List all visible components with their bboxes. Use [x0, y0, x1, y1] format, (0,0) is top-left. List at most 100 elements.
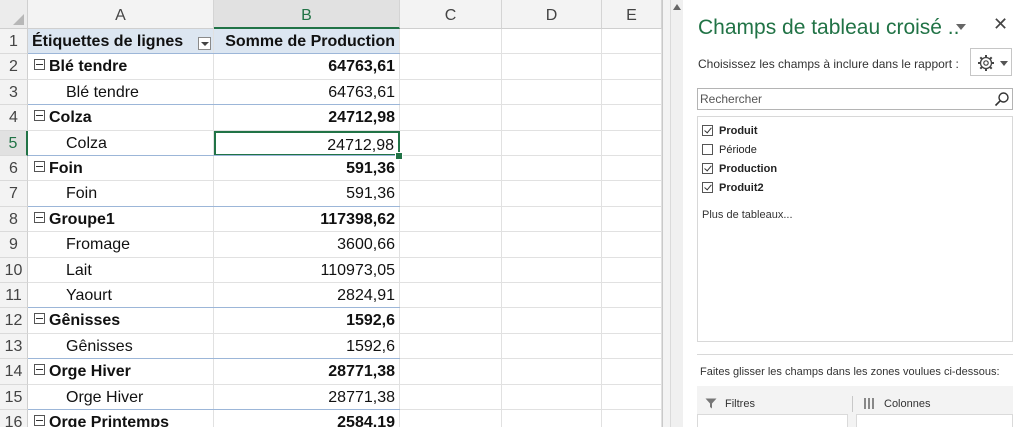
row-header-8[interactable]: 8 — [0, 207, 28, 232]
column-header-d[interactable]: D — [502, 0, 602, 29]
cell-a-8[interactable]: Groupe1 — [28, 207, 214, 232]
cell-d-7[interactable] — [502, 181, 602, 207]
field-search-input[interactable]: Rechercher — [697, 88, 1013, 110]
row-header-4[interactable]: 4 — [0, 105, 28, 131]
cell-a-3[interactable]: Blé tendre — [28, 80, 214, 105]
collapse-toggle-icon[interactable] — [34, 364, 45, 375]
search-icon[interactable] — [994, 91, 1010, 107]
scroll-up-icon[interactable] — [673, 4, 681, 10]
field-item[interactable]: Produit2 — [702, 182, 764, 198]
spreadsheet-grid[interactable]: ABCDE 1 Étiquettes de lignes Somme de Prod… — [0, 0, 662, 427]
select-all-corner[interactable] — [0, 0, 28, 29]
column-header-b[interactable]: B — [214, 0, 400, 29]
cell-d-14[interactable] — [502, 359, 602, 385]
row-header-6[interactable]: 6 — [0, 156, 28, 181]
cell-b-10[interactable]: 110973,05 — [214, 258, 400, 283]
field-item[interactable]: Produit — [702, 125, 758, 141]
cell-d-15[interactable] — [502, 385, 602, 410]
cell-c-1[interactable] — [400, 29, 502, 54]
cell-a-12[interactable]: Gênisses — [28, 308, 214, 334]
cell-d-8[interactable] — [502, 207, 602, 232]
row-header-10[interactable]: 10 — [0, 258, 28, 283]
cell-a-9[interactable]: Fromage — [28, 232, 214, 258]
cell-d-2[interactable] — [502, 54, 602, 80]
cell-e-14[interactable] — [602, 359, 662, 385]
cell-a-5[interactable]: Colza — [28, 131, 214, 156]
cell-c-5[interactable] — [400, 131, 502, 156]
cell-c-15[interactable] — [400, 385, 502, 410]
row-header-14[interactable]: 14 — [0, 359, 28, 385]
cell-d-4[interactable] — [502, 105, 602, 131]
cell-e-2[interactable] — [602, 54, 662, 80]
row-header-3[interactable]: 3 — [0, 80, 28, 105]
cell-d-9[interactable] — [502, 232, 602, 258]
cell-e-5[interactable] — [602, 131, 662, 156]
row-header-2[interactable]: 2 — [0, 54, 28, 80]
filter-dropdown-icon[interactable] — [198, 37, 211, 50]
cell-b-2[interactable]: 64763,61 — [214, 54, 400, 80]
row-header-13[interactable]: 13 — [0, 334, 28, 359]
field-checkbox[interactable] — [702, 182, 713, 193]
cell-c-4[interactable] — [400, 105, 502, 131]
column-header-c[interactable]: C — [400, 0, 502, 29]
cell-c-9[interactable] — [400, 232, 502, 258]
cell-a-16[interactable]: Orge Printemps — [28, 410, 214, 427]
cell-a-1[interactable]: Étiquettes de lignes — [28, 29, 214, 54]
collapse-toggle-icon[interactable] — [34, 313, 45, 324]
field-item[interactable]: Production — [702, 163, 777, 179]
cell-c-2[interactable] — [400, 54, 502, 80]
cell-c-8[interactable] — [400, 207, 502, 232]
row-header-12[interactable]: 12 — [0, 308, 28, 334]
columns-drop-zone[interactable] — [856, 414, 1013, 427]
cell-c-12[interactable] — [400, 308, 502, 334]
cell-b-12[interactable]: 1592,6 — [214, 308, 400, 334]
row-header-5[interactable]: 5 — [0, 131, 28, 156]
collapse-toggle-icon[interactable] — [34, 161, 45, 172]
row-header-9[interactable]: 9 — [0, 232, 28, 258]
cell-e-6[interactable] — [602, 156, 662, 181]
cell-d-16[interactable] — [502, 410, 602, 427]
row-header-15[interactable]: 15 — [0, 385, 28, 410]
cell-d-6[interactable] — [502, 156, 602, 181]
row-header-1[interactable]: 1 — [0, 29, 28, 54]
cell-b-15[interactable]: 28771,38 — [214, 385, 400, 410]
cell-b-5[interactable]: 24712,98 — [214, 131, 400, 156]
columns-area[interactable]: Colonnes — [856, 386, 1013, 427]
vertical-scrollbar[interactable] — [670, 0, 684, 427]
row-header-16[interactable]: 16 — [0, 410, 28, 427]
cell-e-15[interactable] — [602, 385, 662, 410]
cell-e-13[interactable] — [602, 334, 662, 359]
cell-b-8[interactable]: 117398,62 — [214, 207, 400, 232]
cell-b-14[interactable]: 28771,38 — [214, 359, 400, 385]
cell-d-13[interactable] — [502, 334, 602, 359]
cell-b-3[interactable]: 64763,61 — [214, 80, 400, 105]
field-checkbox[interactable] — [702, 144, 713, 155]
cell-a-4[interactable]: Colza — [28, 105, 214, 131]
more-tables-link[interactable]: Plus de tableaux... — [702, 209, 793, 221]
pane-options-chevron-icon[interactable] — [956, 24, 966, 30]
cell-c-16[interactable] — [400, 410, 502, 427]
cell-b-4[interactable]: 24712,98 — [214, 105, 400, 131]
cell-e-1[interactable] — [602, 29, 662, 54]
cell-a-13[interactable]: Gênisses — [28, 334, 214, 359]
cell-b-9[interactable]: 3600,66 — [214, 232, 400, 258]
cell-a-11[interactable]: Yaourt — [28, 283, 214, 308]
cell-e-10[interactable] — [602, 258, 662, 283]
row-header-7[interactable]: 7 — [0, 181, 28, 207]
cell-d-5[interactable] — [502, 131, 602, 156]
cell-e-16[interactable] — [602, 410, 662, 427]
cell-e-7[interactable] — [602, 181, 662, 207]
field-checkbox[interactable] — [702, 163, 713, 174]
cell-b-16[interactable]: 2584,19 — [214, 410, 400, 427]
pane-close-icon[interactable]: ✕ — [993, 14, 1008, 35]
fill-handle[interactable] — [395, 152, 403, 160]
cell-d-3[interactable] — [502, 80, 602, 105]
row-header-11[interactable]: 11 — [0, 283, 28, 308]
cell-d-1[interactable] — [502, 29, 602, 54]
filters-area[interactable]: Filtres — [697, 386, 848, 427]
cell-a-10[interactable]: Lait — [28, 258, 214, 283]
column-header-a[interactable]: A — [28, 0, 214, 29]
cell-e-3[interactable] — [602, 80, 662, 105]
cell-c-13[interactable] — [400, 334, 502, 359]
cell-a-15[interactable]: Orge Hiver — [28, 385, 214, 410]
